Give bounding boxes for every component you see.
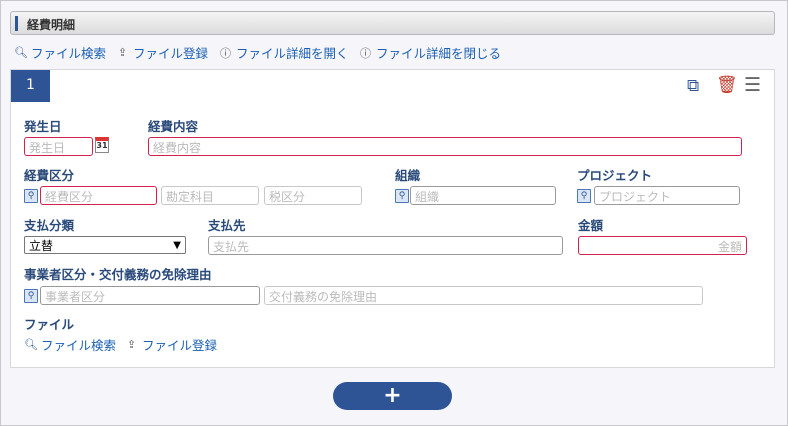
- content-label: 経費内容: [148, 119, 199, 134]
- info-icon: ⓘ: [220, 46, 231, 60]
- expense-type-search-icon[interactable]: ⚲: [24, 189, 38, 203]
- expense-type-input[interactable]: 経費区分: [40, 186, 157, 205]
- project-input[interactable]: プロジェクト: [594, 186, 740, 205]
- amount-input[interactable]: 金額: [578, 236, 747, 255]
- info-icon: ⓘ: [360, 46, 371, 60]
- tax-input: 税区分: [264, 186, 362, 205]
- file-search-label: ファイル検索: [31, 46, 107, 61]
- file-register-label: ファイル登録: [133, 46, 209, 61]
- pay-class-select[interactable]: 立替 ▼: [24, 236, 186, 254]
- project-search-icon[interactable]: ⚲: [577, 189, 591, 203]
- pay-class-label: 支払分類: [24, 218, 75, 233]
- plus-icon: +: [383, 383, 402, 408]
- close-details-label: ファイル詳細を閉じる: [376, 46, 502, 61]
- org-input[interactable]: 組織: [410, 186, 556, 205]
- project-label: プロジェクト: [577, 168, 653, 183]
- close-file-details-link[interactable]: ⓘ ファイル詳細を閉じる: [359, 43, 501, 62]
- card-file-search-link[interactable]: 🔍︎ ファイル検索: [24, 335, 116, 354]
- account-input: 勘定科目: [161, 186, 259, 205]
- business-search-icon[interactable]: ⚲: [24, 289, 38, 303]
- pay-class-value: 立替: [29, 238, 54, 253]
- add-row-button[interactable]: +: [333, 382, 452, 410]
- search-icon: 🔍︎: [14, 46, 28, 59]
- org-label: 組織: [395, 168, 421, 183]
- file-register-link[interactable]: ⇪ ファイル登録: [116, 43, 208, 62]
- trash-icon[interactable]: 🗑︎: [716, 75, 738, 95]
- search-icon: 🔍︎: [24, 338, 38, 351]
- open-details-label: ファイル詳細を開く: [236, 46, 349, 61]
- expense-type-label: 経費区分: [24, 168, 75, 183]
- org-search-icon[interactable]: ⚲: [395, 189, 409, 203]
- payee-input[interactable]: 支払先: [208, 236, 563, 255]
- payee-label: 支払先: [208, 218, 246, 233]
- row-index-tab: 1: [11, 70, 50, 102]
- open-file-details-link[interactable]: ⓘ ファイル詳細を開く: [219, 43, 349, 62]
- card-file-register-link[interactable]: ⇪ ファイル登録: [125, 335, 217, 354]
- amount-label: 金額: [578, 218, 604, 233]
- exemption-reason-input: 交付義務の免除理由: [264, 286, 703, 305]
- business-input[interactable]: 事業者区分: [40, 286, 260, 305]
- menu-icon[interactable]: ☰: [744, 74, 761, 96]
- upload-icon: ⇪: [126, 338, 137, 351]
- chevron-down-icon: ▼: [173, 239, 181, 251]
- date-input[interactable]: 発生日: [24, 137, 93, 156]
- file-search-link[interactable]: 🔍︎ ファイル検索: [14, 43, 106, 62]
- card-file-search-label: ファイル検索: [41, 338, 117, 353]
- date-label: 発生日: [24, 119, 62, 134]
- upload-icon: ⇪: [117, 46, 128, 59]
- business-label: 事業者区分・交付義務の免除理由: [24, 267, 212, 282]
- expense-card: [10, 69, 775, 368]
- card-file-register-label: ファイル登録: [142, 338, 218, 353]
- section-header: 経費明細: [10, 11, 775, 35]
- copy-icon[interactable]: ⧉: [687, 76, 699, 96]
- content-input[interactable]: 経費内容: [148, 137, 742, 156]
- file-label: ファイル: [24, 317, 75, 332]
- calendar-icon[interactable]: 31: [95, 137, 109, 153]
